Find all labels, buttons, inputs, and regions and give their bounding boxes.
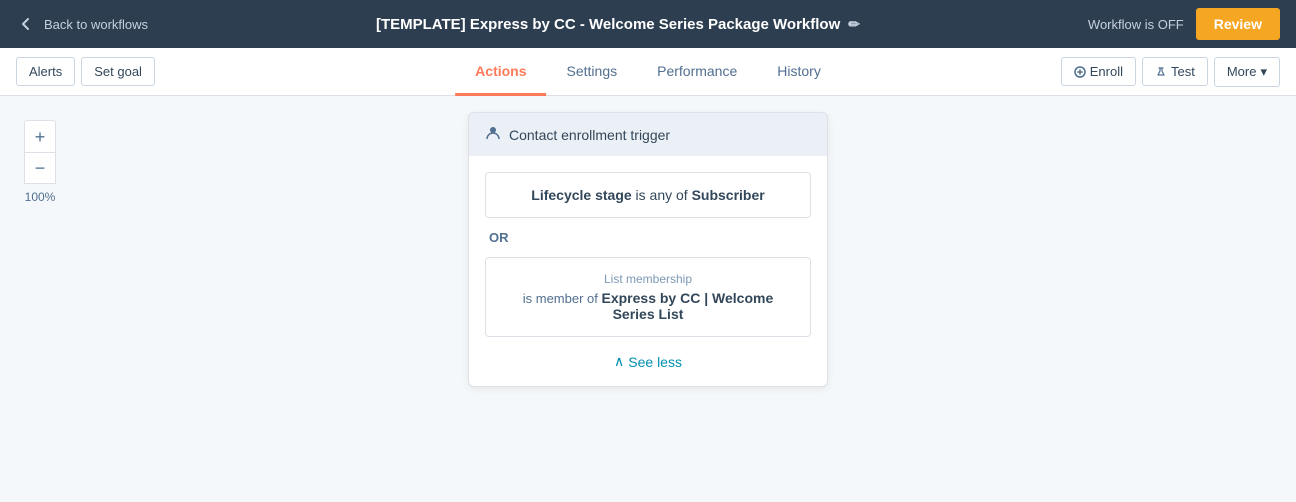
workflow-canvas: + − 100% Contact enrollment trigger Life… (0, 96, 1296, 502)
workflow-title: [TEMPLATE] Express by CC - Welcome Serie… (376, 16, 860, 33)
condition-1[interactable]: Lifecycle stage is any of Subscriber (485, 172, 811, 218)
tab-settings[interactable]: Settings (547, 48, 638, 96)
test-icon (1155, 66, 1167, 78)
more-chevron-icon: ▾ (1260, 64, 1267, 80)
workflow-status: Workflow is OFF (1088, 17, 1184, 32)
review-button[interactable]: Review (1196, 8, 1280, 40)
condition-1-op: is any of (636, 187, 688, 203)
nav-left: Alerts Set goal (16, 48, 155, 95)
back-label: Back to workflows (44, 17, 148, 32)
enroll-icon (1074, 66, 1086, 78)
condition-2-list-label: List membership (502, 272, 794, 286)
tab-actions[interactable]: Actions (455, 48, 546, 96)
trigger-card: Contact enrollment trigger Lifecycle sta… (468, 112, 828, 387)
trigger-header-label: Contact enrollment trigger (509, 127, 670, 143)
trigger-person-icon (485, 125, 501, 144)
tab-performance[interactable]: Performance (637, 48, 757, 96)
test-button[interactable]: Test (1142, 57, 1208, 86)
more-button[interactable]: More ▾ (1214, 57, 1280, 87)
condition-1-field: Lifecycle stage (531, 187, 631, 203)
secondary-nav: Alerts Set goal Actions Settings Perform… (0, 48, 1296, 96)
tab-history[interactable]: History (757, 48, 841, 96)
condition-2-value: Express by CC | Welcome Series List (602, 290, 774, 322)
top-bar: Back to workflows [TEMPLATE] Express by … (0, 0, 1296, 48)
zoom-out-button[interactable]: − (24, 152, 56, 184)
workflow-title-text: [TEMPLATE] Express by CC - Welcome Serie… (376, 16, 840, 33)
zoom-level: 100% (24, 190, 56, 204)
see-less-label: See less (628, 354, 682, 370)
condition-1-value: Subscriber (692, 187, 765, 203)
enroll-button[interactable]: Enroll (1061, 57, 1136, 86)
edit-icon[interactable]: ✏ (848, 16, 860, 33)
see-less-button[interactable]: ∧ See less (485, 349, 811, 370)
trigger-body: Lifecycle stage is any of Subscriber OR … (469, 156, 827, 386)
set-goal-button[interactable]: Set goal (81, 57, 155, 86)
zoom-controls: + − 100% (24, 120, 56, 204)
condition-2[interactable]: List membershipis member of Express by C… (485, 257, 811, 337)
back-to-workflows[interactable]: Back to workflows (16, 14, 148, 34)
see-less-chevron-icon: ∧ (614, 353, 624, 370)
back-arrow-icon (16, 14, 36, 34)
trigger-header: Contact enrollment trigger (469, 113, 827, 156)
nav-tabs: Actions Settings Performance History (455, 48, 841, 96)
or-divider: OR (485, 230, 811, 245)
top-bar-right: Workflow is OFF Review (1088, 8, 1280, 40)
alerts-button[interactable]: Alerts (16, 57, 75, 86)
nav-right: Enroll Test More ▾ (1061, 48, 1280, 95)
zoom-in-button[interactable]: + (24, 120, 56, 152)
